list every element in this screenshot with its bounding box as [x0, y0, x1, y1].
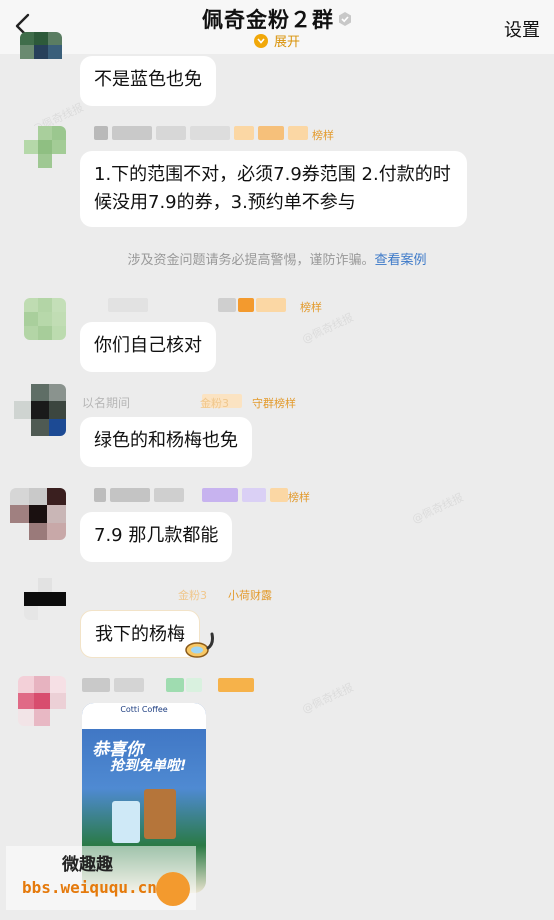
- watermark-url: bbs.weiququ.cn: [22, 878, 157, 897]
- snorkel-bubble-decoration-icon: [184, 630, 218, 660]
- message-bubble[interactable]: 1.下的范围不对，必须7.9券范围 2.付款的时候没用7.9的券，3.预约单不参…: [80, 151, 467, 227]
- chat-title-text: 佩奇金粉２群: [202, 8, 334, 32]
- message-bubble[interactable]: 绿色的和杨梅也免: [80, 417, 252, 467]
- verified-icon: [338, 7, 352, 26]
- expand-label: 展开: [273, 35, 300, 50]
- chat-title[interactable]: 佩奇金粉２群: [0, 4, 554, 34]
- sender-name: [82, 678, 282, 694]
- background-watermark: @佩奇线报: [410, 490, 466, 526]
- member-badge: 小荷财露: [228, 589, 272, 602]
- background-watermark: @佩奇线报: [300, 680, 356, 716]
- message-bubble[interactable]: 你们自己核对: [80, 322, 216, 372]
- sender-name: [82, 488, 322, 504]
- top-bar: 佩奇金粉２群 展开 设置: [0, 0, 554, 54]
- image-brand-bar: Cotti Coffee: [82, 703, 206, 729]
- image-brand: Cotti Coffee: [120, 705, 168, 714]
- chevron-down-icon: [253, 34, 268, 48]
- image-headline: 抢到免单啦!: [110, 758, 187, 774]
- security-notice: 涉及资金问题请务必提高警惕，谨防诈骗。查看案例: [0, 249, 554, 268]
- avatar[interactable]: [18, 676, 66, 726]
- view-cases-link[interactable]: 查看案例: [375, 253, 427, 268]
- sender-name-partial: 以名期间: [82, 396, 131, 410]
- settings-button[interactable]: 设置: [504, 16, 540, 42]
- expand-toggle[interactable]: 展开: [0, 31, 554, 50]
- avatar[interactable]: [14, 384, 66, 436]
- member-badge: 榜样: [300, 301, 322, 314]
- member-badge: 金粉3: [200, 397, 229, 410]
- site-watermark: 微趣趣 bbs.weiququ.cn: [6, 846, 196, 910]
- member-badge: 榜样: [312, 129, 334, 142]
- member-badge: 守群榜样: [252, 397, 296, 410]
- mascot-icon: [156, 872, 190, 906]
- drink-cup-icon: [144, 789, 176, 839]
- member-badge: 金粉3: [178, 589, 207, 602]
- avatar[interactable]: [20, 32, 62, 72]
- sender-name: [82, 126, 342, 142]
- message-bubble[interactable]: 不是蓝色也免: [80, 56, 216, 106]
- message-bubble[interactable]: 7.9 那几款都能: [80, 512, 233, 562]
- drink-cup-icon: [112, 801, 140, 843]
- notice-text: 涉及资金问题请务必提高警惕，谨防诈骗。: [127, 253, 375, 268]
- avatar[interactable]: [10, 488, 66, 540]
- avatar[interactable]: [24, 126, 66, 168]
- message-bubble[interactable]: 我下的杨梅: [80, 610, 200, 658]
- member-badge: 榜样: [288, 491, 310, 504]
- watermark-title: 微趣趣: [62, 855, 113, 875]
- avatar[interactable]: [24, 578, 66, 620]
- avatar[interactable]: [24, 298, 66, 340]
